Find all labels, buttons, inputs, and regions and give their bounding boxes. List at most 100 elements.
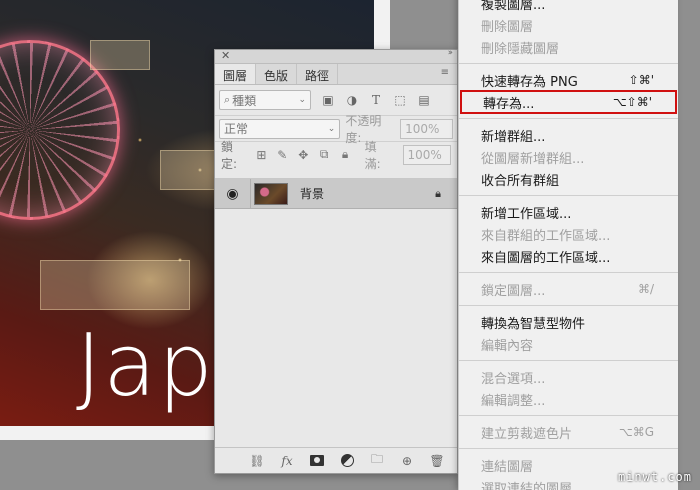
menu-separator [459, 63, 678, 64]
layers-panel: ✕ ›› 圖層 色版 路徑 ≡ ⌕ 種類 ⌄ ▣ ◑ T ⬚ ▤ 正常 ⌄ 不透… [214, 48, 458, 474]
filter-kind-label: 種類 [232, 93, 257, 108]
fill-value: 100% [407, 147, 442, 162]
panel-title-bar[interactable]: ✕ ›› [215, 48, 457, 64]
building-graphic [90, 40, 150, 70]
menu-item[interactable]: 轉存為... ⌥⇧⌘' [460, 90, 677, 114]
menu-item: 混合選項... [459, 366, 678, 388]
menu-item-label: 來自圖層的工作區域... [481, 250, 611, 266]
menu-item-label: 混合選項... [481, 371, 546, 387]
watermark: minwt.com [617, 470, 692, 484]
image-filter-icon[interactable]: ▣ [321, 93, 335, 107]
opacity-field[interactable]: 100% [400, 118, 453, 139]
smart-object-filter-icon[interactable]: ▤ [417, 93, 431, 107]
lock-label: 鎖定: [221, 139, 238, 171]
menu-item: 刪除圖層 [459, 14, 678, 36]
shape-filter-icon[interactable]: ⬚ [393, 93, 407, 107]
blend-row: 正常 ⌄ 不透明度: 100% [215, 114, 457, 145]
menu-shortcut: ⌥⇧⌘' [612, 95, 652, 109]
photo-overlay-text: Jap [76, 316, 215, 416]
menu-shortcut: ⌥⌘G [618, 425, 654, 439]
menu-item-label: 快速轉存為 PNG [481, 74, 578, 90]
menu-separator [459, 118, 678, 119]
menu-item-label: 轉存為... [483, 96, 535, 112]
menu-item-label: 連結圖層 [481, 459, 534, 475]
menu-item: 刪除隱藏圖層 [459, 36, 678, 58]
fill-field[interactable]: 100% [402, 144, 451, 165]
menu-item[interactable]: 新增工作區域... [459, 201, 678, 223]
menu-item: 編輯內容 [459, 333, 678, 355]
menu-item-label: 刪除隱藏圖層 [481, 41, 560, 57]
menu-item-label: 收合所有群組 [481, 173, 560, 189]
menu-item: 來自群組的工作區域... [459, 223, 678, 245]
layer-row[interactable]: ◉ 背景 🔒︎ [215, 179, 457, 209]
adjustment-filter-icon[interactable]: ◑ [345, 93, 359, 107]
menu-item[interactable]: 轉換為智慧型物件 [459, 311, 678, 333]
menu-separator [459, 272, 678, 273]
lock-icon: 🔒︎ [435, 186, 441, 200]
menu-item-label: 建立剪裁遮色片 [481, 426, 573, 442]
menu-separator [459, 360, 678, 361]
link-icon[interactable]: ⛓ [249, 453, 265, 469]
fill-label: 填滿: [364, 139, 381, 171]
menu-item-label: 新增群組... [481, 129, 546, 145]
blend-mode-select[interactable]: 正常 ⌄ [219, 118, 341, 139]
chevron-down-icon: ⌄ [298, 95, 306, 105]
menu-shortcut: ⇧⌘' [628, 73, 654, 87]
close-icon[interactable]: ✕ [221, 49, 230, 62]
layer-name: 背景 [300, 187, 325, 201]
panel-menu-icon[interactable]: ≡ [433, 64, 457, 84]
menu-item-label: 新增工作區域... [481, 206, 572, 222]
menu-item-label: 編輯調整... [481, 393, 546, 409]
eye-icon[interactable]: ◉ [215, 179, 251, 208]
menu-item[interactable]: 新增群組... [459, 124, 678, 146]
tab-paths[interactable]: 路徑 [297, 64, 339, 84]
trash-icon[interactable]: 🗑 [429, 453, 445, 469]
add-mask-icon[interactable] [309, 453, 325, 469]
menu-item-label: 轉換為智慧型物件 [481, 316, 586, 332]
tab-layers[interactable]: 圖層 [215, 64, 257, 84]
menu-item-label: 刪除圖層 [481, 19, 534, 35]
lock-position-icon[interactable]: ✥ [297, 148, 310, 162]
lock-transparent-icon[interactable]: ⊞ [255, 148, 268, 162]
layer-list: ◉ 背景 🔒︎ [215, 178, 457, 440]
lock-row: 鎖定: ⊞ ✎ ✥ ⧉ 🔒︎ 填滿: 100% [215, 140, 457, 171]
menu-separator [459, 448, 678, 449]
menu-item[interactable]: 收合所有群組 [459, 168, 678, 190]
menu-item[interactable]: 來自圖層的工作區域... [459, 245, 678, 267]
layer-thumbnail [254, 182, 288, 205]
chevron-down-icon: ⌄ [327, 123, 336, 134]
collapse-icon[interactable]: ›› [448, 48, 453, 58]
type-filter-icon[interactable]: T [369, 93, 383, 107]
menu-item-label: 鎖定圖層... [481, 283, 546, 299]
panel-footer: ⛓ fx 🗀 ⊕ 🗑 [215, 447, 457, 473]
menu-item: 編輯調整... [459, 388, 678, 410]
tab-channels[interactable]: 色版 [256, 64, 298, 84]
menu-shortcut: ⌘/ [637, 282, 654, 296]
filter-kind-select[interactable]: ⌕ 種類 ⌄ [219, 90, 311, 110]
fx-icon[interactable]: fx [279, 453, 295, 469]
menu-item[interactable]: 快速轉存為 PNG ⇧⌘' [459, 69, 678, 91]
menu-item-label: 從圖層新增群組... [481, 151, 585, 167]
menu-separator [459, 305, 678, 306]
new-layer-icon[interactable]: ⊕ [399, 453, 415, 469]
building-graphic [40, 260, 190, 310]
menu-item: 從圖層新增群組... [459, 146, 678, 168]
filter-row: ⌕ 種類 ⌄ ▣ ◑ T ⬚ ▤ [215, 85, 457, 115]
menu-item: 鎖定圖層... ⌘/ [459, 278, 678, 300]
menu-item-label: 編輯內容 [481, 338, 534, 354]
menu-item-label: 選取連結的圖層 [481, 481, 573, 490]
blend-mode-value: 正常 [224, 122, 249, 136]
search-icon: ⌕ [224, 93, 231, 106]
lock-all-icon[interactable]: 🔒︎ [339, 147, 352, 162]
panel-tabs: 圖層 色版 路徑 ≡ [215, 64, 457, 85]
lock-paint-icon[interactable]: ✎ [276, 148, 289, 162]
menu-separator [459, 415, 678, 416]
context-menu: 複製圖層... 刪除圖層刪除隱藏圖層快速轉存為 PNG ⇧⌘' 轉存為... ⌥⇧⌘' 新… [458, 0, 678, 490]
menu-item[interactable]: 複製圖層... [459, 0, 678, 14]
menu-item-label: 複製圖層... [481, 0, 546, 13]
folder-icon[interactable]: 🗀 [369, 452, 385, 469]
menu-item: 建立剪裁遮色片 ⌥⌘G [459, 421, 678, 443]
adjustment-layer-icon[interactable] [339, 453, 355, 469]
menu-item-label: 來自群組的工作區域... [481, 228, 611, 244]
lock-artboard-icon[interactable]: ⧉ [318, 147, 331, 162]
